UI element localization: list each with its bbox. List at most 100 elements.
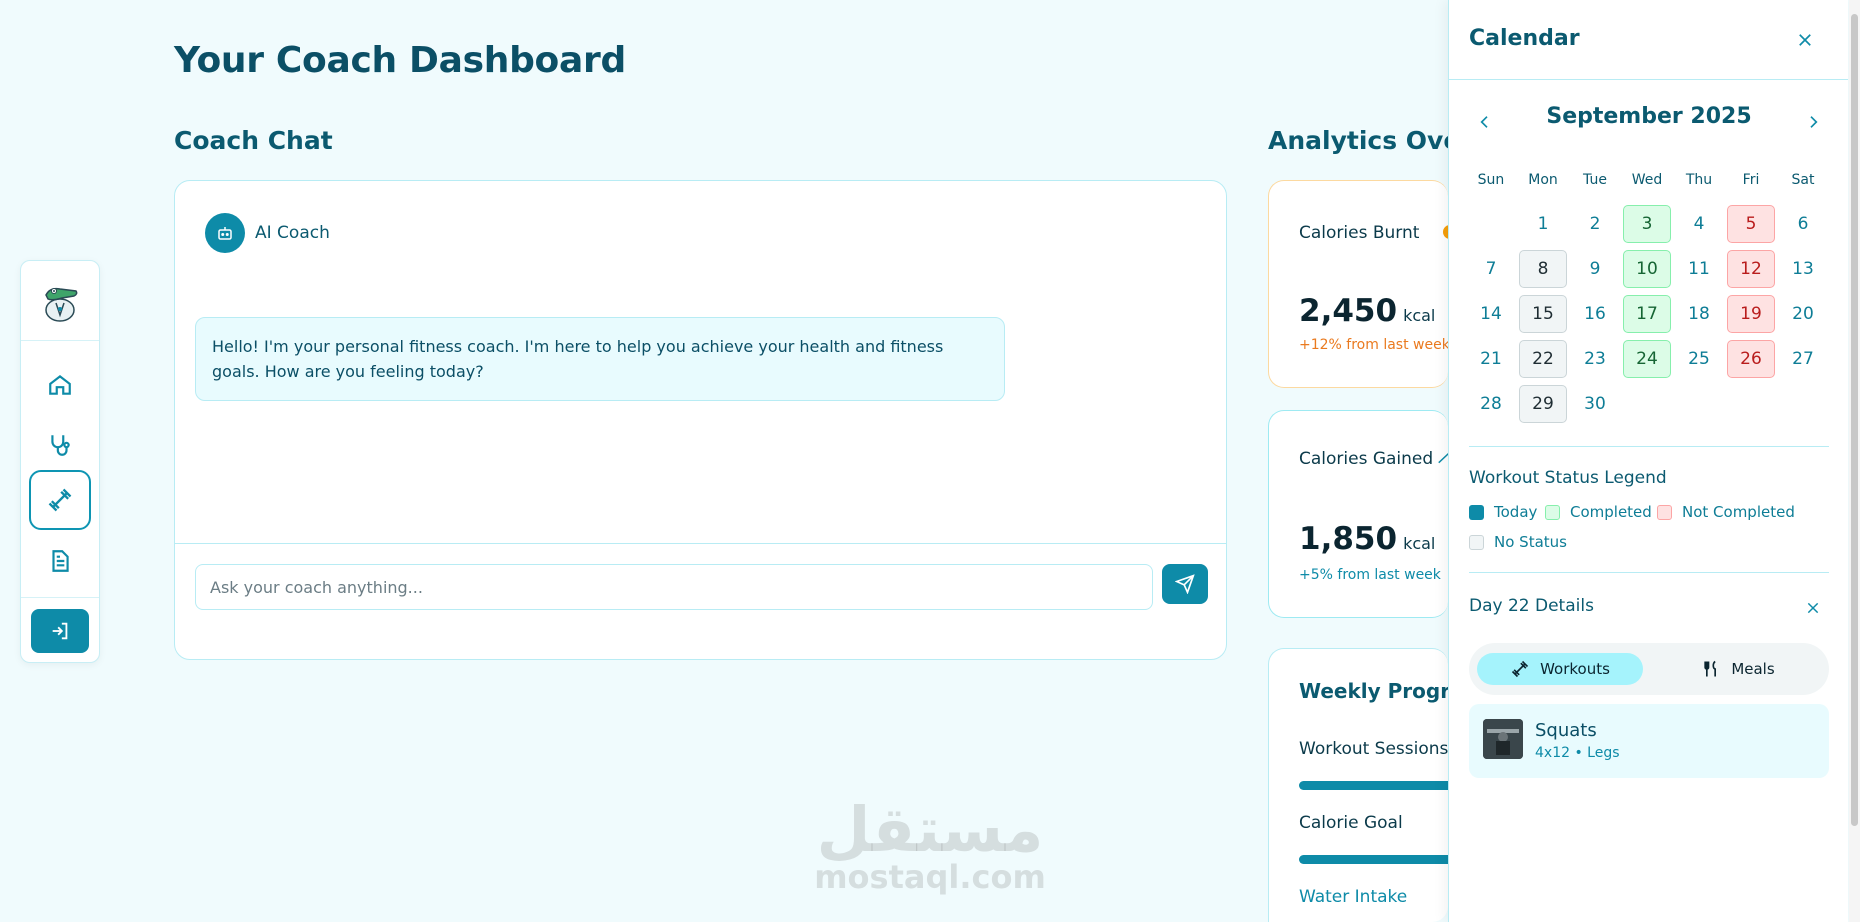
calendar-day-1[interactable]: 1	[1519, 205, 1567, 243]
tab-meals-label: Meals	[1731, 660, 1775, 678]
page-title: Your Coach Dashboard	[174, 40, 626, 81]
weekday-sun: Sun	[1477, 172, 1505, 188]
calendar-day-19[interactable]: 19	[1727, 295, 1775, 333]
calendar-day-11[interactable]: 11	[1675, 250, 1723, 288]
water-intake-label: Water Intake	[1299, 887, 1408, 907]
calendar-day-30[interactable]: 30	[1571, 385, 1619, 423]
stethoscope-icon	[51, 435, 70, 456]
calendar-day-16[interactable]: 16	[1571, 295, 1619, 333]
calendar-day-17[interactable]: 17	[1623, 295, 1671, 333]
analytics-heading: Analytics Overview	[1268, 126, 1448, 155]
calendar-day-12[interactable]: 12	[1727, 250, 1775, 288]
details-tab-toggle: Workouts Meals	[1469, 643, 1829, 695]
coach-chat-card: AI Coach Hello! I'm your personal fitnes…	[174, 180, 1227, 660]
calendar-day-27[interactable]: 27	[1779, 340, 1827, 378]
calendar-day-26[interactable]: 26	[1727, 340, 1775, 378]
home-icon	[49, 374, 71, 395]
calendar-day-2[interactable]: 2	[1571, 205, 1619, 243]
calendar-day-13[interactable]: 13	[1779, 250, 1827, 288]
trend-up-icon	[1438, 452, 1448, 464]
weekly-progress-title: Weekly Progress	[1299, 679, 1448, 703]
calendar-day-15[interactable]: 15	[1519, 295, 1567, 333]
calendar-day-5[interactable]: 5	[1727, 205, 1775, 243]
bot-avatar	[205, 213, 245, 253]
tab-workouts[interactable]: Workouts	[1477, 653, 1643, 685]
calories-burnt-delta: +12% from last week	[1299, 337, 1448, 353]
watermark-arabic: مستقل	[816, 793, 1044, 866]
calendar-day-7[interactable]: 7	[1467, 250, 1515, 288]
calendar-day-9[interactable]: 9	[1571, 250, 1619, 288]
workout-name: Squats	[1535, 720, 1597, 741]
send-button[interactable]	[1162, 564, 1208, 604]
calendar-day-21[interactable]: 21	[1467, 340, 1515, 378]
coach-message: Hello! I'm your personal fitness coach. …	[195, 317, 1005, 401]
calendar-day-22[interactable]: 22	[1519, 340, 1567, 378]
calendar-day-24[interactable]: 24	[1623, 340, 1671, 378]
close-calendar-button[interactable]	[1791, 26, 1819, 54]
chat-divider	[175, 543, 1226, 544]
page-scrollbar[interactable]	[1849, 0, 1860, 922]
calories-gained-label: Calories Gained	[1299, 449, 1434, 469]
legend-no-status: No Status	[1469, 533, 1567, 551]
workout-item[interactable]: Squats 4x12 • Legs	[1469, 704, 1829, 778]
calendar-header: Calendar	[1449, 0, 1848, 80]
workout-sessions-bar	[1299, 781, 1448, 790]
calendar-panel: Calendar September 2025 Sun Mon Tue Wed Thu F…	[1448, 0, 1848, 922]
coach-name: AI Coach	[255, 223, 330, 243]
sidebar	[20, 260, 100, 663]
legend-completed-swatch	[1545, 504, 1560, 520]
bot-icon	[218, 227, 232, 240]
calendar-day-29[interactable]: 29	[1519, 385, 1567, 423]
sidebar-item-health[interactable]	[29, 417, 91, 473]
coach-chat-heading: Coach Chat	[174, 126, 333, 155]
legend-today: Today	[1469, 503, 1537, 521]
calendar-day-28[interactable]: 28	[1467, 385, 1515, 423]
month-label: September 2025	[1546, 104, 1752, 129]
app-logo[interactable]	[21, 261, 99, 341]
calories-burnt-number: 2,450	[1299, 293, 1398, 329]
sidebar-item-workouts[interactable]	[29, 470, 91, 530]
calendar-day-10[interactable]: 10	[1623, 250, 1671, 288]
calendar-day-18[interactable]: 18	[1675, 295, 1723, 333]
legend-not-completed-label: Not Completed	[1682, 503, 1795, 521]
legend-completed: Completed	[1545, 503, 1652, 521]
weekday-tue: Tue	[1583, 172, 1607, 188]
dumbbell-icon	[1511, 660, 1529, 678]
calories-gained-unit: kcal	[1403, 534, 1436, 553]
calendar-day-8[interactable]: 8	[1519, 250, 1567, 288]
chat-input[interactable]	[195, 564, 1153, 610]
calories-burnt-label: Calories Burnt	[1299, 223, 1420, 243]
login-icon	[52, 622, 68, 640]
watermark-latin: mostaql.com	[814, 858, 1046, 896]
calendar-day-6[interactable]: 6	[1779, 205, 1827, 243]
scrollbar-thumb[interactable]	[1851, 14, 1858, 826]
calendar-day-25[interactable]: 25	[1675, 340, 1723, 378]
close-icon	[1799, 34, 1811, 46]
weekday-mon: Mon	[1528, 172, 1558, 188]
calories-burnt-value: 2,450 kcal	[1299, 293, 1435, 329]
weekday-fri: Fri	[1742, 172, 1760, 188]
calendar-day-14[interactable]: 14	[1467, 295, 1515, 333]
chat-header: AI Coach	[205, 213, 330, 253]
calories-gained-card: Calories Gained 1,850 kcal +5% from last …	[1268, 410, 1448, 618]
workout-sessions-label: Workout Sessions	[1299, 739, 1448, 759]
tab-workouts-label: Workouts	[1540, 660, 1610, 678]
calories-gained-value: 1,850 kcal	[1299, 521, 1435, 557]
close-icon	[1807, 602, 1819, 614]
calendar-day-4[interactable]: 4	[1675, 205, 1723, 243]
workout-meta: 4x12 • Legs	[1535, 745, 1620, 761]
close-details-button[interactable]	[1799, 594, 1827, 622]
calendar-day-3[interactable]: 3	[1623, 205, 1671, 243]
weekday-wed: Wed	[1631, 172, 1663, 188]
tab-meals[interactable]: Meals	[1655, 653, 1821, 685]
next-month-button[interactable]	[1799, 108, 1827, 136]
legend-not-completed-swatch	[1657, 504, 1672, 520]
legend-today-label: Today	[1494, 503, 1538, 521]
calendar-day-23[interactable]: 23	[1571, 340, 1619, 378]
sidebar-item-home[interactable]	[29, 357, 91, 413]
sidebar-item-plans[interactable]	[29, 533, 91, 589]
calendar-day-20[interactable]: 20	[1779, 295, 1827, 333]
legend-completed-label: Completed	[1570, 503, 1652, 521]
login-button[interactable]	[31, 609, 89, 653]
calendar-title: Calendar	[1469, 26, 1580, 51]
